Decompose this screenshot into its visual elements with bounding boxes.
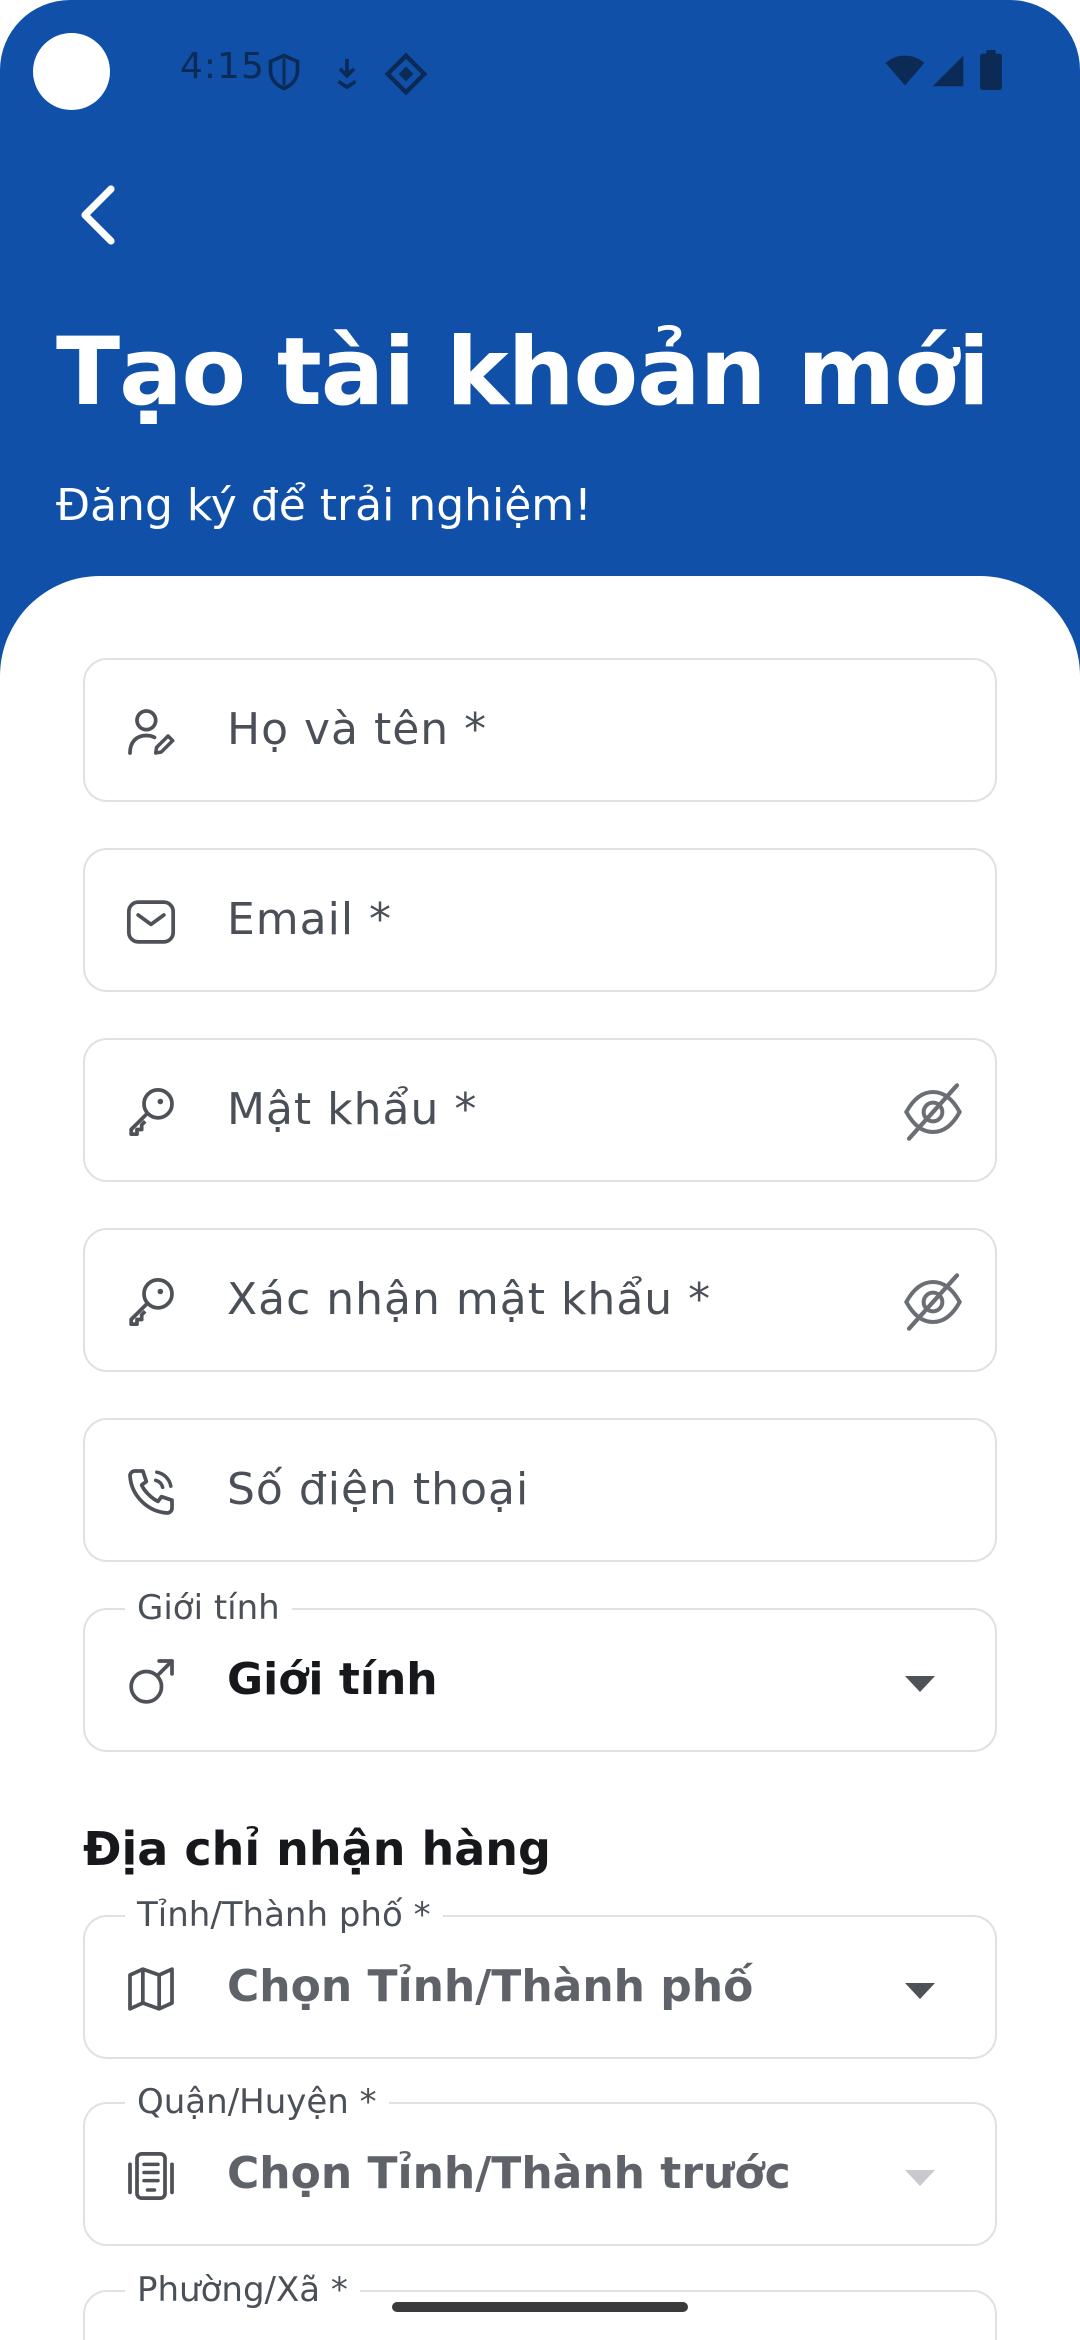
battery-icon	[980, 50, 1002, 90]
key-icon	[129, 1087, 174, 1137]
camera-cutout	[33, 33, 110, 110]
phone-placeholder: Số điện thoại	[227, 1464, 530, 1515]
page-subtitle: Đăng ký để trải nghiệm!	[56, 480, 592, 531]
mail-icon	[126, 900, 176, 944]
male-icon	[129, 1659, 174, 1704]
email-placeholder: Email *	[227, 894, 393, 945]
eye-off-icon[interactable]	[901, 1270, 965, 1334]
status-time: 4:15	[180, 46, 265, 87]
download-icon	[337, 58, 357, 90]
address-section-title: Địa chỉ nhận hàng	[83, 1822, 551, 1876]
ward-label: Phường/Xã *	[125, 2270, 360, 2310]
district-label: Quận/Huyện *	[125, 2082, 389, 2122]
user-edit-icon	[128, 709, 175, 755]
province-select[interactable]: Tỉnh/Thành phố * Chọn Tỉnh/Thành phố	[83, 1895, 997, 2059]
key-icon	[129, 1277, 174, 1327]
password-placeholder: Mật khẩu *	[227, 1084, 478, 1135]
building-icon	[128, 2151, 174, 2201]
full-name-placeholder: Họ và tên *	[227, 704, 488, 755]
map-icon	[128, 1967, 174, 2011]
gender-value: Giới tính	[227, 1654, 438, 1705]
ward-select[interactable]: Phường/Xã *	[83, 2270, 997, 2340]
email-field[interactable]: Email *	[83, 848, 997, 992]
dropdown-arrow-icon	[905, 1983, 935, 1999]
gender-label: Giới tính	[125, 1588, 292, 1628]
wifi-icon	[885, 55, 925, 86]
dropdown-arrow-icon	[905, 2170, 935, 2186]
province-value: Chọn Tỉnh/Thành phố	[227, 1961, 754, 2012]
full-name-field[interactable]: Họ và tên *	[83, 658, 997, 802]
signal-icon	[932, 55, 964, 87]
back-button[interactable]	[62, 180, 132, 250]
register-screen: 4:15 Tạo tài khoản mới Đăng ký để trải n…	[0, 0, 1080, 2340]
dropdown-arrow-icon	[905, 1676, 935, 1692]
confirm-password-field[interactable]: Xác nhận mật khẩu *	[83, 1228, 997, 1372]
password-field[interactable]: Mật khẩu *	[83, 1038, 997, 1182]
phone-icon	[128, 1469, 174, 1515]
confirm-password-placeholder: Xác nhận mật khẩu *	[227, 1274, 712, 1325]
district-value: Chọn Tỉnh/Thành trước	[227, 2148, 791, 2199]
home-indicator[interactable]	[392, 2302, 688, 2312]
chevron-left-icon	[81, 185, 115, 245]
shield-icon	[268, 53, 300, 91]
province-label: Tỉnh/Thành phố *	[125, 1895, 443, 1935]
phone-field[interactable]: Số điện thoại	[83, 1418, 997, 1562]
eye-off-icon[interactable]	[901, 1080, 965, 1144]
page-title: Tạo tài khoản mới	[56, 318, 990, 427]
gender-select[interactable]: Giới tính Giới tính	[83, 1588, 997, 1752]
diamond-icon	[384, 52, 428, 96]
status-bar: 4:15	[0, 0, 1080, 140]
district-select[interactable]: Quận/Huyện * Chọn Tỉnh/Thành trước	[83, 2082, 997, 2246]
